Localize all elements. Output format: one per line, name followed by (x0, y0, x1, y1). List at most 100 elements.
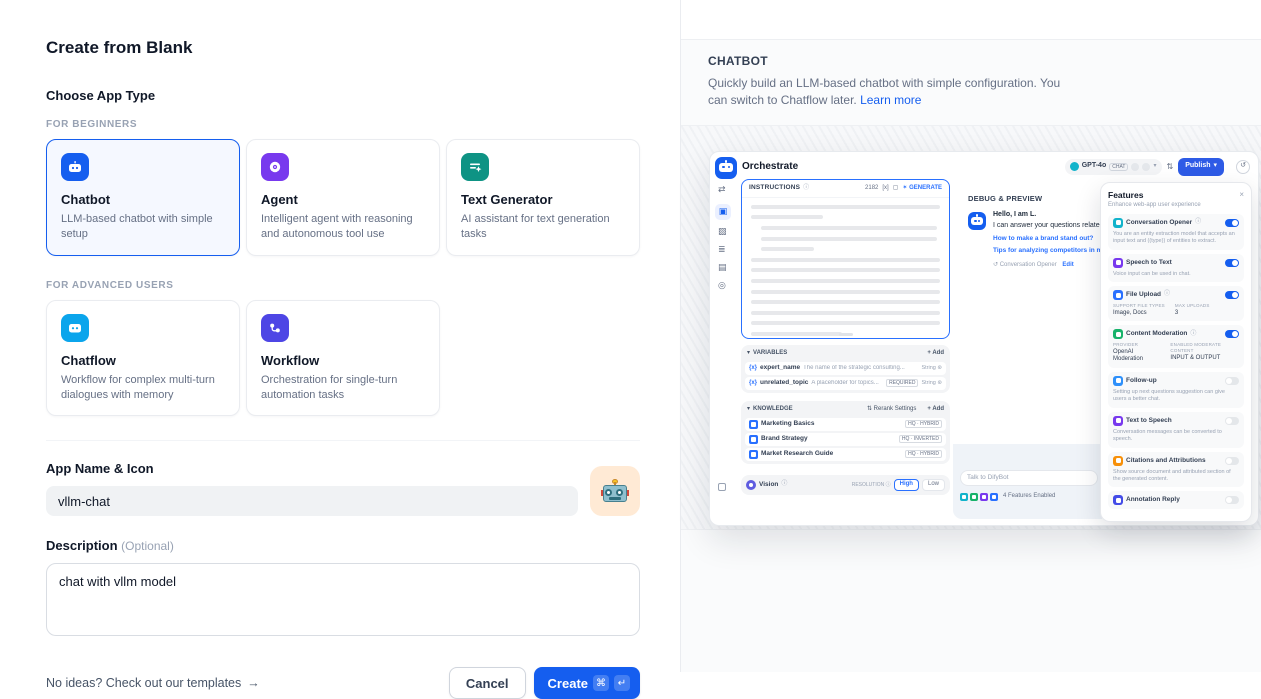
description-textarea[interactable]: chat with vllm model (46, 563, 640, 636)
card-title: Workflow (261, 353, 425, 368)
choose-app-type-label: Choose App Type (46, 88, 640, 103)
add-knowledge-button: + Add (927, 406, 944, 414)
feature-follow-up: Follow-up Setting up next questions sugg… (1108, 372, 1244, 408)
toggle-on (1225, 291, 1239, 299)
history-icon: ↺ (1236, 160, 1250, 174)
description-label: Description (Optional) (46, 538, 640, 553)
feature-speech-to-text: Speech to Text Voice input can be used i… (1108, 254, 1244, 282)
content-moderation-icon (1113, 329, 1123, 339)
card-desc: LLM-based chatbot with simple setup (61, 212, 225, 242)
content-moderation-mini-icon (970, 493, 978, 501)
dialog-footer: No ideas? Check out our templates → Canc… (46, 667, 640, 699)
preview-backdrop: Orchestrate GPT-4o CHAT ▾ ⇅ Publish▾ (681, 125, 1261, 530)
workflow-icon (261, 314, 289, 342)
vision-icon (746, 480, 756, 490)
chat-mode-badge: CHAT (1109, 163, 1128, 171)
divider (46, 440, 640, 441)
optional-label: (Optional) (121, 539, 174, 553)
app-name-label: App Name & Icon (46, 461, 578, 476)
card-desc: Orchestration for single-turn automation… (261, 373, 425, 403)
conversation-opener-icon (1113, 218, 1123, 228)
variable-row: {x} unrelated_topic A placeholder for to… (745, 377, 946, 390)
debug-preview-heading: DEBUG & PREVIEW (968, 194, 1042, 203)
toggle-off (1225, 377, 1239, 385)
template-nav-icon: ▤ (718, 262, 727, 273)
knowledge-panel: ▾ KNOWLEDGE ⇅ Rerank Settings + Add Mark… (741, 401, 950, 464)
feature-file-upload: File Upload ⓘ SUPPORT FILE TYPESImage, D… (1108, 286, 1244, 321)
learn-more-link[interactable]: Learn more (860, 93, 921, 107)
app-type-card-workflow[interactable]: Workflow Orchestration for single-turn a… (246, 300, 440, 417)
file-upload-icon (1113, 290, 1123, 300)
variables-panel: ▾ VARIABLES + Add {x} expert_name The na… (741, 345, 950, 393)
robot-emoji-icon (602, 480, 628, 502)
bot-avatar (968, 212, 986, 230)
app-name-input[interactable] (46, 486, 578, 516)
speech-to-text-mini-icon (980, 493, 988, 501)
app-type-card-chatbot[interactable]: Chatbot LLM-based chatbot with simple se… (46, 139, 240, 256)
chatbot-icon (61, 153, 89, 181)
toggle-off (1225, 417, 1239, 425)
copy-icon: ▢ (893, 185, 899, 193)
templates-link[interactable]: No ideas? Check out our templates → (46, 676, 260, 690)
toggle-on (1225, 330, 1239, 338)
card-title: Chatflow (61, 353, 225, 368)
conversation-opener-mini-icon (960, 493, 968, 501)
resize-handle (839, 333, 853, 336)
variable-row: {x} expert_name The name of the strategi… (745, 362, 946, 375)
chevron-down-icon: ▾ (1213, 162, 1217, 171)
preview-panel: CHATBOT Quickly build an LLM-based chatb… (680, 0, 1261, 672)
globe-nav-icon: ◎ (718, 280, 726, 291)
rerank-settings: ⇅ Rerank Settings (867, 406, 916, 414)
toggle-off (1225, 496, 1239, 504)
settings-icon (1142, 163, 1150, 171)
publish-button: Publish▾ (1178, 158, 1224, 176)
feature-citations: Citations and Attributions Show source d… (1108, 452, 1244, 488)
citations-icon (1113, 456, 1123, 466)
info-icon: ⓘ (1164, 291, 1170, 299)
cancel-button[interactable]: Cancel (449, 667, 526, 699)
knowledge-doc-icon (749, 435, 758, 444)
speech-to-text-icon (1113, 258, 1123, 268)
app-icon-picker[interactable] (590, 466, 640, 516)
edit-link: Edit (1062, 262, 1073, 268)
image-nav-icon: ▨ (718, 226, 727, 237)
feature-text-to-speech: Text to Speech Conversation messages can… (1108, 412, 1244, 448)
beginner-cards: Chatbot LLM-based chatbot with simple se… (46, 139, 640, 256)
instructions-skeleton (742, 198, 949, 350)
model-provider-icon (1070, 162, 1079, 171)
for-beginners-label: FOR BEGINNERS (46, 119, 640, 130)
advanced-cards: Chatflow Workflow for complex multi-turn… (46, 300, 640, 417)
card-desc: AI assistant for text generation tasks (461, 212, 625, 242)
create-form-panel: Create from Blank Choose App Type FOR BE… (0, 0, 680, 672)
params-icon: ⇅ (1167, 162, 1174, 172)
swap-icon: ⇄ (718, 184, 726, 195)
vision-row: Vision ⓘ RESOLUTION ⓘ High Low (741, 475, 950, 495)
app-type-card-chatflow[interactable]: Chatflow Workflow for complex multi-turn… (46, 300, 240, 417)
card-desc: Workflow for complex multi-turn dialogue… (61, 373, 225, 403)
arrow-right-icon: → (247, 676, 260, 690)
orchestrate-nav-icon: ▣ (715, 204, 731, 220)
app-type-heading: CHATBOT (708, 54, 1221, 68)
add-variable-button: + Add (927, 350, 944, 358)
top-strip (681, 0, 1261, 40)
file-upload-mini-icon (990, 493, 998, 501)
mic-icon (1131, 163, 1139, 171)
toggle-on (1225, 219, 1239, 227)
app-type-description: Quickly build an LLM-based chatbot with … (708, 75, 1064, 110)
toggle-on (1225, 259, 1239, 267)
required-badge: REQUIRED (886, 379, 918, 387)
create-button[interactable]: Create ⌘ ↵ (534, 667, 640, 699)
app-type-card-text-generator[interactable]: Text Generator AI assistant for text gen… (446, 139, 640, 256)
card-title: Chatbot (61, 192, 225, 207)
preview-title: Orchestrate (742, 161, 798, 174)
suggested-question: How to make a brand stand out? (993, 235, 1093, 242)
text-to-speech-icon (1113, 416, 1123, 426)
toggle-off (1225, 457, 1239, 465)
variable-icon: [x] (882, 185, 888, 193)
model-selector: GPT-4o CHAT ▾ (1065, 159, 1162, 175)
collapse-sidebar-icon (718, 483, 726, 491)
enter-key-icon: ↵ (614, 675, 630, 691)
card-title: Text Generator (461, 192, 625, 207)
create-app-dialog: Create from Blank Choose App Type FOR BE… (0, 0, 1261, 672)
app-type-card-agent[interactable]: Agent Intelligent agent with reasoning a… (246, 139, 440, 256)
